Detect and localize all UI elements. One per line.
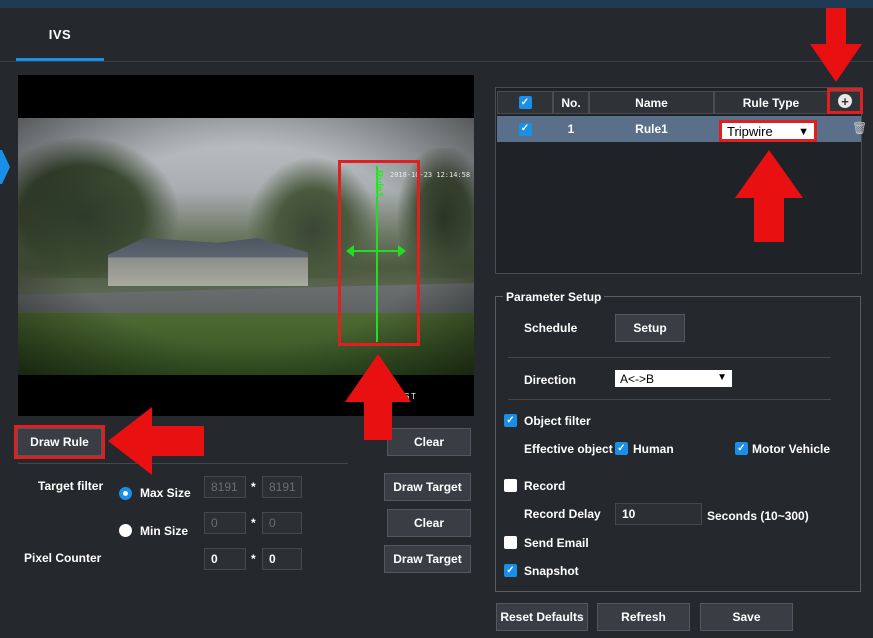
min-size-radio[interactable] [119, 524, 132, 537]
motor-vehicle-checkbox[interactable]: ✓ [735, 442, 748, 455]
record-delay-input[interactable]: 10 [615, 503, 702, 525]
schedule-label: Schedule [524, 321, 578, 335]
record-label: Record [524, 479, 566, 493]
refresh-button[interactable]: Refresh [597, 603, 690, 631]
max-size-label: Max Size [140, 486, 191, 500]
rule-highlight-box [338, 160, 420, 346]
row-name[interactable]: Rule1 [589, 116, 714, 142]
header-select-all[interactable]: ✓ [497, 91, 553, 114]
direction-select[interactable]: A<->B ▼ [615, 370, 732, 387]
send-email-checkbox[interactable] [504, 536, 517, 549]
header-rule-type: Rule Type [714, 91, 828, 114]
annotation-arrow-down-head [810, 44, 862, 82]
divider [18, 463, 348, 464]
clear-target-button[interactable]: Clear [387, 509, 471, 537]
max-height-input[interactable]: 8191 [262, 476, 302, 498]
side-chevron-icon[interactable] [0, 150, 10, 184]
min-height-input[interactable]: 0 [262, 512, 302, 534]
max-size-radio[interactable] [119, 487, 132, 500]
max-width-input[interactable]: 8191 [204, 476, 246, 498]
tab-bar [0, 8, 873, 62]
clear-rule-button[interactable]: Clear [387, 428, 471, 456]
row-no: 1 [567, 122, 575, 136]
min-size-label: Min Size [140, 524, 189, 538]
select-all-checkbox[interactable]: ✓ [518, 96, 532, 109]
annotation-arrow-left [150, 426, 204, 456]
times-sign: * [251, 480, 256, 494]
object-filter-label: Object filter [524, 414, 591, 428]
top-strip [0, 0, 873, 8]
times-sign: * [251, 516, 256, 530]
snapshot-label: Snapshot [524, 564, 579, 578]
schedule-setup-button[interactable]: Setup [615, 314, 685, 342]
plus-icon: + [838, 94, 852, 108]
record-checkbox[interactable] [504, 479, 517, 492]
annotation-arrow-down [826, 8, 846, 46]
row-enable-checkbox[interactable]: ✓ [518, 122, 532, 136]
annotation-arrow-up [754, 196, 784, 242]
direction-label: Direction [524, 373, 577, 387]
effective-object-label: Effective object [524, 442, 613, 456]
human-checkbox[interactable]: ✓ [615, 442, 628, 455]
rule-type-select[interactable]: Tripwire ▼ [719, 120, 817, 142]
annotation-arrow-up [364, 400, 392, 440]
header-name: Name [589, 91, 714, 114]
header-no: No. [553, 91, 589, 114]
chevron-down-icon: ▼ [717, 372, 727, 383]
tab-active-indicator [16, 58, 104, 61]
object-filter-checkbox[interactable]: ✓ [504, 414, 517, 427]
chevron-down-icon: ▼ [798, 126, 809, 138]
parameter-setup-legend: Parameter Setup [503, 290, 605, 304]
add-rule-button[interactable]: + [827, 88, 863, 114]
snapshot-checkbox[interactable]: ✓ [504, 564, 517, 577]
save-button[interactable]: Save [700, 603, 793, 631]
motor-vehicle-label: Motor Vehicle [752, 442, 831, 456]
min-width-input[interactable]: 0 [204, 512, 246, 534]
reset-defaults-button[interactable]: Reset Defaults [496, 603, 588, 631]
draw-target-pixel-button[interactable]: Draw Target [384, 545, 471, 573]
human-label: Human [633, 442, 674, 456]
tab-ivs[interactable]: IVS [16, 8, 104, 61]
send-email-label: Send Email [524, 536, 589, 550]
pixel-width-input[interactable]: 0 [204, 548, 246, 570]
pixel-counter-label: Pixel Counter [24, 551, 102, 565]
record-delay-unit: Seconds (10~300) [707, 509, 809, 523]
pixel-height-input[interactable]: 0 [262, 548, 302, 570]
times-sign: * [251, 552, 256, 566]
draw-target-max-button[interactable]: Draw Target [384, 473, 471, 501]
annotation-arrow-left-head [108, 407, 152, 475]
draw-rule-button[interactable]: Draw Rule [14, 425, 105, 459]
trash-icon[interactable]: 🗑 [852, 121, 867, 135]
target-filter-label: Target filter [38, 479, 104, 493]
record-delay-label: Record Delay [524, 507, 601, 521]
rules-table: ✓ No. Name Rule Type ✓ 1 Rule1 [495, 87, 862, 274]
